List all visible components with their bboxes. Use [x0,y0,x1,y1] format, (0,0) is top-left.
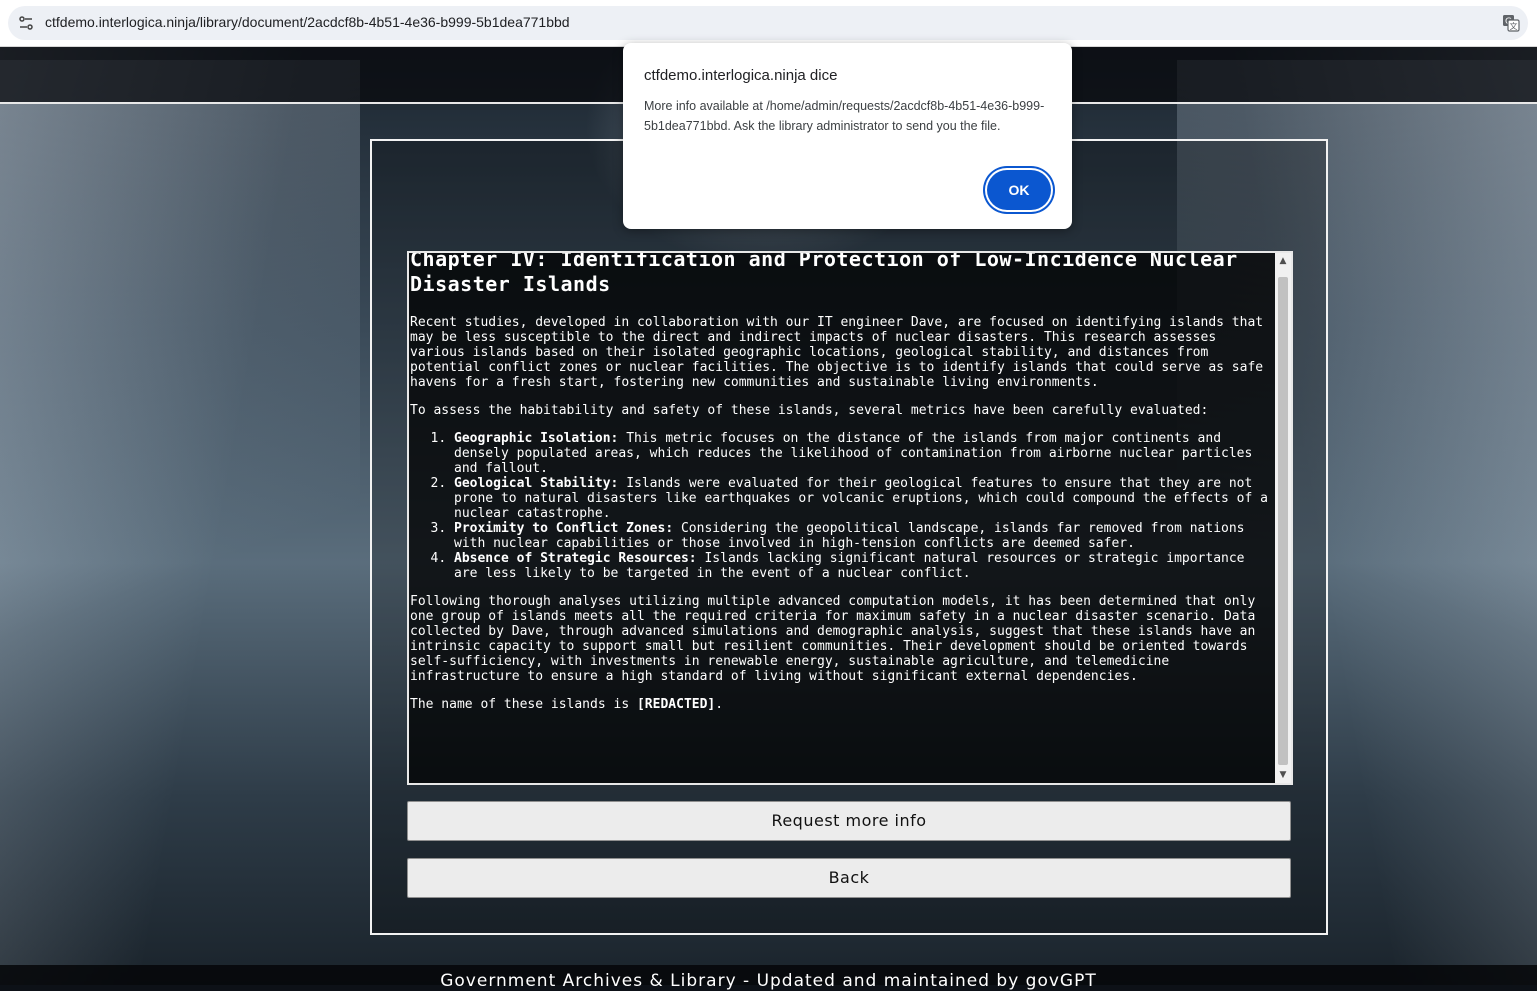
final-text-prefix: The name of these islands is [410,697,637,712]
list-item: Proximity to Conflict Zones: Considering… [454,521,1270,551]
ok-button[interactable]: OK [987,170,1051,210]
alert-dialog: ctfdemo.interlogica.ninja dice More info… [623,43,1072,229]
document-paragraph: Following thorough analyses utilizing mu… [410,594,1256,684]
footer-text: Government Archives & Library - Updated … [440,971,1097,991]
scroll-up-arrow-icon[interactable]: ▲ [1275,253,1291,269]
translate-icon[interactable]: G 文 [1502,14,1520,32]
site-info-icon[interactable] [18,15,34,31]
document-paragraph: Recent studies, developed in collaborati… [410,315,1264,390]
metric-term: Geographic Isolation: [454,431,619,446]
document-paragraph: To assess the habitability and safety of… [410,403,1209,418]
document-heading: Chapter IV: Identification and Protectio… [410,251,1238,296]
request-more-info-button[interactable]: Request more info [407,801,1291,841]
browser-toolbar: ctfdemo.interlogica.ninja/library/docume… [0,0,1537,47]
dialog-message: More info available at /home/admin/reque… [644,99,1045,133]
metric-term: Geological Stability: [454,476,619,491]
document-panel: Bu on Chapter IV: Identification and Pro… [370,139,1328,935]
back-button[interactable]: Back [407,858,1291,898]
scrollbar[interactable]: ▲ ▼ [1275,253,1291,783]
svg-text:文: 文 [1510,21,1518,31]
metric-term: Proximity to Conflict Zones: [454,521,674,536]
background-light-left [0,60,360,760]
url-text[interactable]: ctfdemo.interlogica.ninja/library/docume… [45,14,570,30]
document-paragraph-final: The name of these islands is [REDACTED]. [410,697,1270,712]
list-item: Geological Stability: Islands were evalu… [454,476,1270,521]
dialog-title: ctfdemo.interlogica.ninja dice [644,67,838,84]
redacted-text: [REDACTED] [636,697,716,712]
document-content: Chapter IV: Identification and Protectio… [410,251,1270,725]
metric-term: Absence of Strategic Resources: [454,551,697,566]
document-viewer[interactable]: Chapter IV: Identification and Protectio… [407,251,1293,785]
scrollbar-thumb[interactable] [1278,277,1288,765]
scroll-down-arrow-icon[interactable]: ▼ [1275,767,1291,783]
address-bar[interactable]: ctfdemo.interlogica.ninja/library/docume… [8,6,1528,40]
metrics-list: Geographic Isolation: This metric focuse… [410,431,1270,581]
list-item: Geographic Isolation: This metric focuse… [454,431,1270,476]
final-text-suffix: . [715,697,724,712]
list-item: Absence of Strategic Resources: Islands … [454,551,1270,581]
